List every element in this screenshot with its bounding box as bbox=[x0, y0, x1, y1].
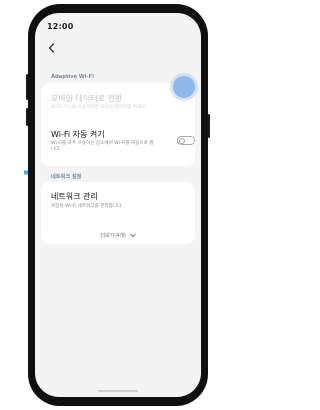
auto-wifi-toggle[interactable] bbox=[177, 136, 195, 145]
volume-button bbox=[26, 74, 28, 100]
auto-wifi-subtitle: Wi-Fi를 자주 사용하는 장소에서 Wi-Fi를 자동으로 켭니다. bbox=[51, 141, 154, 153]
status-bar-time: 12:00 bbox=[47, 22, 74, 31]
auto-wifi-row[interactable]: Wi-Fi 자동 켜기 Wi-Fi를 자주 사용하는 장소에서 Wi-Fi를 자… bbox=[41, 123, 195, 166]
adaptive-wifi-card: 모바일 데이터로 전환 Wi-Fi 기능을 사용하려면 모바일 데이터를 켜세요… bbox=[41, 83, 195, 166]
home-indicator bbox=[98, 390, 138, 392]
mobile-data-switch-subtitle: Wi-Fi 기능을 사용하려면 모바일 데이터를 켜세요. bbox=[51, 105, 147, 110]
more-button[interactable]: 더보기(4개) bbox=[35, 232, 201, 239]
section-label-adaptive-wifi: Adaptive Wi-Fi bbox=[51, 74, 94, 80]
toggle-knob bbox=[179, 137, 185, 144]
bixby-button bbox=[26, 108, 28, 126]
network-manage-subtitle: 저장된 Wi-Fi 네트워크를 관리합니다. bbox=[51, 204, 123, 209]
phone-frame: 12:00 Adaptive Wi-Fi 모바일 데이터로 전환 Wi-Fi 기… bbox=[26, 4, 210, 406]
mobile-data-switch-title: 모바일 데이터로 전환 bbox=[51, 94, 123, 103]
auto-wifi-title: Wi-Fi 자동 켜기 bbox=[51, 130, 105, 139]
back-chevron-icon[interactable] bbox=[45, 41, 59, 55]
section-label-network-settings: 네트워크 설정 bbox=[51, 174, 82, 180]
touch-highlight-indicator bbox=[173, 76, 195, 98]
more-label: 더보기(4개) bbox=[100, 233, 126, 239]
network-manage-title: 네트워크 관리 bbox=[51, 192, 98, 201]
chevron-down-icon bbox=[129, 233, 136, 238]
network-manage-row[interactable]: 네트워크 관리 저장된 Wi-Fi 네트워크를 관리합니다. bbox=[41, 182, 195, 222]
phone-screen: 12:00 Adaptive Wi-Fi 모바일 데이터로 전환 Wi-Fi 기… bbox=[35, 13, 201, 397]
mobile-data-switch-row[interactable]: 모바일 데이터로 전환 Wi-Fi 기능을 사용하려면 모바일 데이터를 켜세요… bbox=[41, 83, 195, 123]
power-button bbox=[208, 114, 210, 138]
